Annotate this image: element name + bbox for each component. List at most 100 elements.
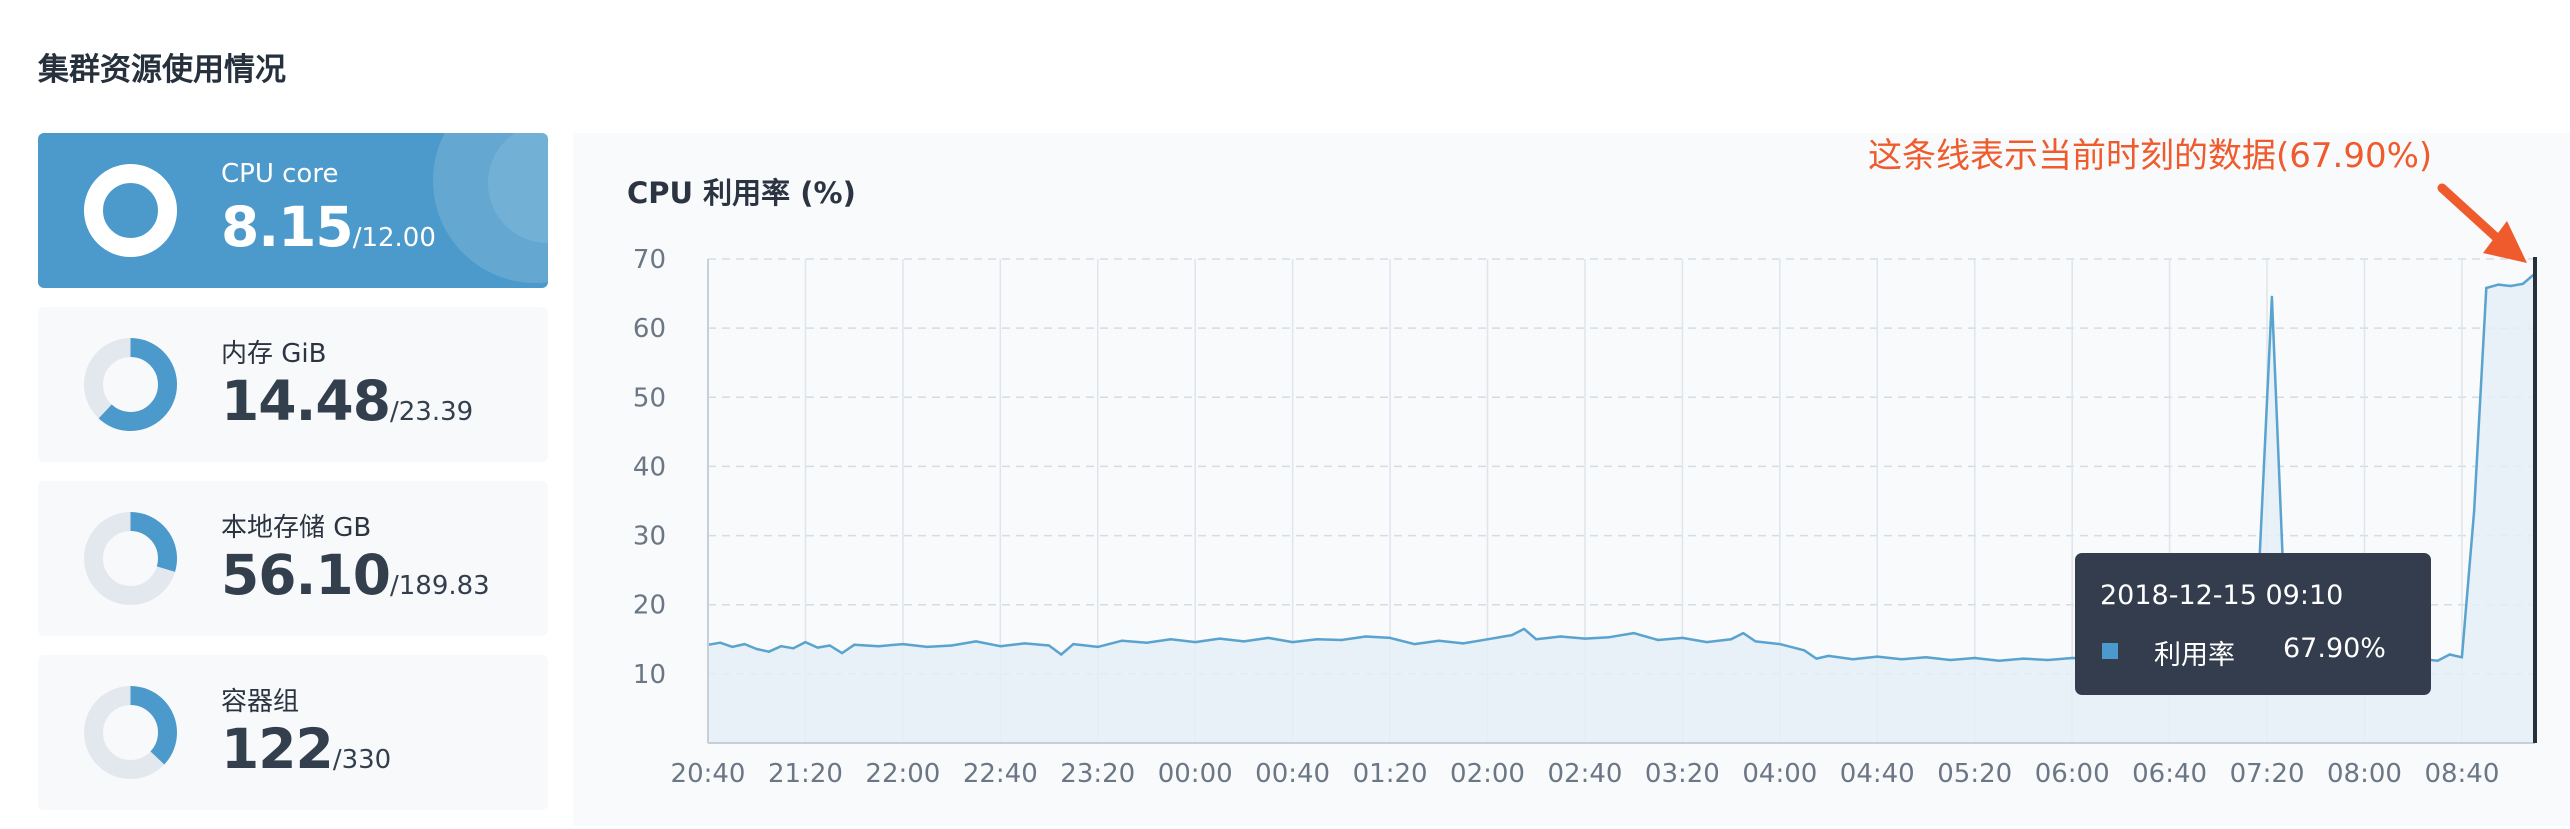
y-tick-label: 10 — [633, 660, 666, 690]
data-point — [1388, 636, 1392, 640]
y-tick-label: 50 — [633, 383, 666, 413]
data-point — [755, 647, 758, 651]
data-point — [2270, 295, 2274, 299]
x-tick-label: 08:00 — [2327, 759, 2402, 789]
data-point — [1340, 638, 1343, 642]
data-point — [1924, 656, 1928, 659]
x-tick-label: 05:20 — [1937, 759, 2012, 789]
x-tick-label: 08:40 — [2424, 759, 2499, 789]
data-point — [1681, 636, 1684, 640]
x-tick-label: 07:20 — [2230, 759, 2305, 789]
x-tick-label: 22:40 — [963, 759, 1038, 789]
data-point — [1486, 638, 1489, 641]
data-point — [1705, 640, 1709, 644]
data-point — [2448, 653, 2451, 656]
y-tick-label: 30 — [633, 522, 666, 552]
data-point — [2022, 657, 2025, 660]
data-point — [1120, 639, 1124, 642]
data-point — [1754, 640, 1757, 643]
data-point — [743, 642, 746, 646]
data-point — [877, 645, 880, 648]
x-tick-label: 03:20 — [1645, 759, 1720, 789]
x-tick-label: 00:40 — [1255, 759, 1330, 789]
data-point — [1851, 658, 1855, 661]
data-point — [816, 646, 819, 649]
data-point — [1364, 635, 1367, 638]
data-point — [1632, 631, 1635, 635]
tooltip-time: 2018-12-15 09:10 — [2100, 580, 2344, 611]
data-point — [1047, 644, 1051, 647]
data-point — [792, 647, 795, 650]
data-point — [2485, 286, 2488, 290]
data-point — [1242, 640, 1246, 643]
data-point — [828, 644, 831, 647]
data-point — [1535, 638, 1538, 641]
data-point — [1949, 658, 1952, 662]
y-tick-label: 20 — [633, 591, 666, 621]
data-point — [1413, 642, 1416, 646]
data-point — [1437, 639, 1441, 642]
x-tick-label: 06:00 — [2035, 759, 2110, 789]
y-tick-label: 60 — [633, 314, 666, 344]
data-point — [1060, 653, 1063, 656]
data-point — [1559, 635, 1562, 638]
cpu-usage-chart[interactable]: 10 20 30 40 50 60 70 20:40 21:20 22:00 22:40 23:20 0… — [0, 0, 2570, 826]
data-point — [1194, 640, 1197, 644]
data-point — [2521, 282, 2524, 286]
x-tick-label: 04:40 — [1840, 759, 1915, 789]
data-point — [1656, 638, 1660, 642]
data-point — [1608, 636, 1611, 639]
data-point — [999, 645, 1002, 648]
data-point — [926, 645, 929, 649]
data-point — [901, 642, 905, 646]
data-point — [1900, 658, 1903, 661]
tooltip-value: 67.90% — [2283, 633, 2386, 664]
data-point — [1778, 642, 1782, 646]
data-point — [1742, 631, 1745, 635]
data-point — [1072, 642, 1075, 646]
x-tick-label: 04:00 — [1742, 759, 1817, 789]
data-point — [950, 644, 953, 647]
data-point — [974, 640, 978, 643]
data-point — [767, 650, 771, 653]
annotation-text: 这条线表示当前时刻的数据(67.90%) — [1868, 136, 2433, 176]
data-point — [1997, 659, 2001, 662]
data-point — [1803, 649, 1806, 652]
data-point — [1973, 656, 1976, 660]
x-tick-label: 02:00 — [1450, 759, 1525, 789]
x-tick-label: 22:00 — [865, 759, 940, 789]
data-point — [1145, 641, 1148, 644]
x-tick-label: 00:00 — [1158, 759, 1233, 789]
data-point — [1096, 645, 1100, 649]
data-point — [779, 645, 783, 648]
data-point — [1522, 627, 1526, 631]
data-point — [2460, 656, 2464, 659]
data-point — [1315, 638, 1319, 641]
data-point — [1291, 640, 1294, 644]
x-tick-label: 01:20 — [1353, 759, 1428, 789]
data-point — [853, 643, 856, 646]
data-point — [1218, 637, 1221, 640]
data-point — [1169, 638, 1173, 641]
data-point — [1729, 638, 1733, 641]
y-tick-label: 40 — [633, 452, 666, 482]
data-point — [1462, 642, 1465, 645]
data-point — [2497, 283, 2500, 286]
data-point — [1267, 636, 1270, 640]
x-tick-label: 02:40 — [1547, 759, 1622, 789]
data-point — [2071, 656, 2074, 660]
data-point — [719, 641, 722, 644]
data-point — [1815, 657, 1818, 660]
data-point — [1023, 642, 1026, 645]
data-point — [2436, 659, 2439, 662]
tooltip-series-swatch — [2102, 643, 2118, 659]
y-tick-label: 70 — [633, 245, 666, 275]
data-point — [1876, 655, 1879, 658]
data-point — [840, 651, 844, 655]
data-point — [1510, 633, 1514, 637]
data-point — [731, 645, 734, 649]
x-tick-label: 21:20 — [768, 759, 843, 789]
x-tick-label: 20:40 — [671, 759, 746, 789]
tooltip-series-name: 利用率 — [2154, 640, 2235, 671]
data-point — [1583, 637, 1587, 640]
